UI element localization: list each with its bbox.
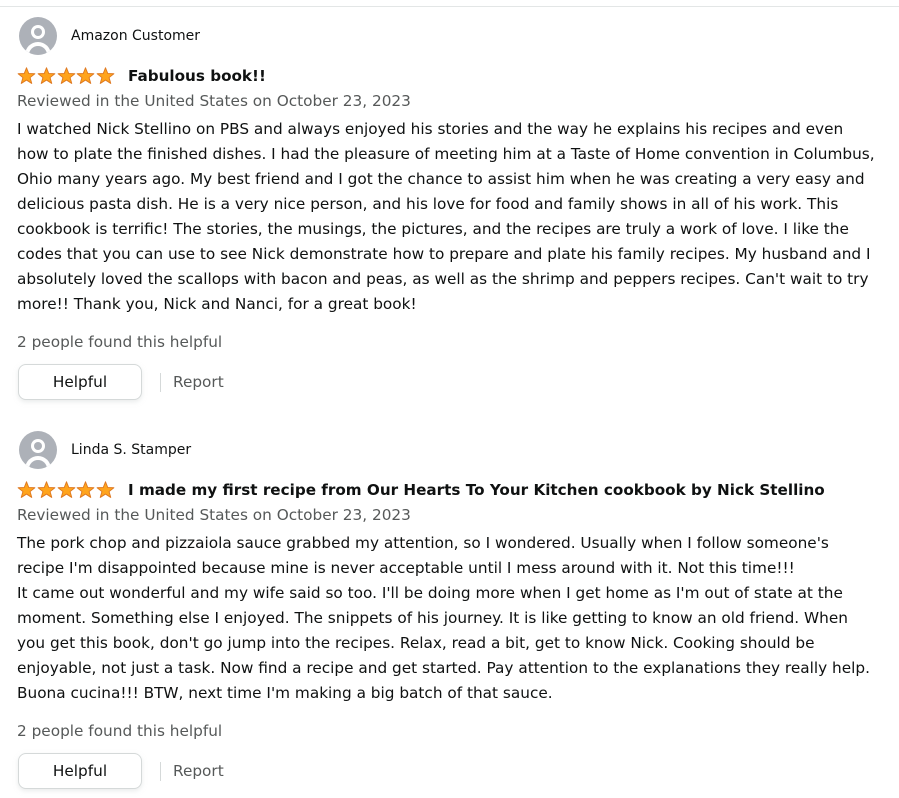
star-filled-icon — [57, 481, 77, 499]
reviewer-profile[interactable]: Linda S. Stamper — [17, 431, 887, 469]
review-title[interactable]: I made my first recipe from Our Hearts T… — [128, 479, 825, 501]
reviewer-name[interactable]: Linda S. Stamper — [71, 440, 191, 460]
review-body: The pork chop and pizzaiola sauce grabbe… — [17, 531, 877, 706]
reviewer-profile[interactable]: Amazon Customer — [17, 17, 887, 55]
top-divider — [0, 6, 899, 7]
avatar-icon — [19, 17, 57, 55]
helpful-button[interactable]: Helpful — [18, 753, 142, 789]
star-filled-icon — [96, 67, 116, 85]
helpful-count: 2 people found this helpful — [17, 722, 223, 740]
avatar-icon — [19, 431, 57, 469]
star-filled-icon — [17, 481, 37, 499]
helpful-count: 2 people found this helpful — [17, 333, 223, 351]
review-paragraph: It came out wonderful and my wife said s… — [17, 584, 870, 702]
star-filled-icon — [76, 67, 96, 85]
star-filled-icon — [37, 67, 57, 85]
review-card: Amazon Customer Fabulous book!! Reviewed… — [17, 17, 887, 401]
star-filled-icon — [96, 481, 116, 499]
report-link[interactable]: Report — [173, 373, 224, 391]
action-divider — [160, 761, 161, 781]
reviewer-name[interactable]: Amazon Customer — [71, 26, 200, 46]
star-rating[interactable] — [17, 67, 116, 85]
report-link[interactable]: Report — [173, 762, 224, 780]
review-date: Reviewed in the United States on October… — [17, 506, 411, 524]
review-date: Reviewed in the United States on October… — [17, 92, 411, 110]
review-body: I watched Nick Stellino on PBS and alway… — [17, 117, 877, 317]
star-filled-icon — [76, 481, 96, 499]
review-card: Linda S. Stamper I made my first recipe … — [17, 431, 887, 790]
review-paragraph: I watched Nick Stellino on PBS and alway… — [17, 120, 875, 313]
star-filled-icon — [57, 67, 77, 85]
review-paragraph: The pork chop and pizzaiola sauce grabbe… — [17, 534, 829, 577]
review-title[interactable]: Fabulous book!! — [128, 65, 266, 87]
star-filled-icon — [37, 481, 57, 499]
star-rating[interactable] — [17, 481, 116, 499]
action-divider — [160, 372, 161, 392]
helpful-button[interactable]: Helpful — [18, 364, 142, 400]
star-filled-icon — [17, 67, 37, 85]
